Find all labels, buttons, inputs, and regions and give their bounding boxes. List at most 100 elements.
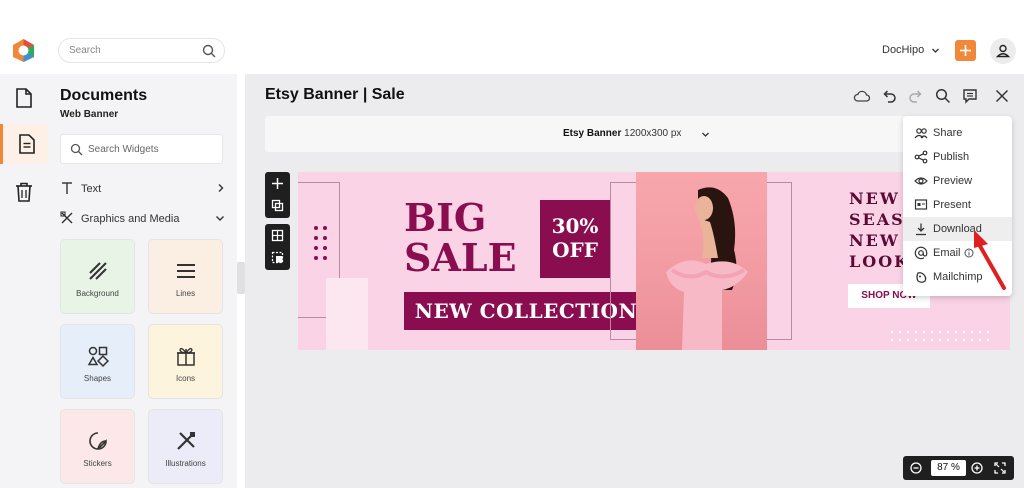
text-icon [62, 182, 72, 194]
publish-icon [914, 150, 928, 164]
banner-headline-line1: BIG [404, 195, 487, 240]
rail-item-new-file[interactable] [0, 78, 48, 118]
banner-headline-line2: SALE [404, 235, 517, 280]
plus-icon [960, 45, 971, 56]
size-dims: 1200x300 px [624, 128, 682, 139]
widget-tile-icons[interactable]: Icons [148, 324, 223, 399]
panel-resize-handle[interactable] [237, 262, 245, 294]
zoom-control: 87 % [903, 456, 1014, 480]
top-bar: Search DocHipo [0, 0, 1024, 74]
widget-tile-label: Lines [175, 289, 196, 298]
menu-item-publish[interactable]: Publish [903, 145, 1012, 169]
widget-tile-shapes[interactable]: Shapes [60, 324, 135, 399]
sticker-icon [89, 432, 107, 450]
menu-item-label: Share [933, 127, 963, 139]
create-button[interactable] [955, 40, 976, 61]
lines-icon [177, 264, 195, 278]
mailchimp-icon [916, 272, 927, 283]
menu-item-preview[interactable]: Preview [903, 169, 1012, 193]
share-users-icon [914, 128, 928, 139]
add-tools [265, 172, 290, 218]
discount-percent: 30% [551, 214, 599, 238]
grid-icon[interactable] [271, 229, 284, 242]
add-page-icon[interactable] [271, 177, 284, 190]
dochipo-logo[interactable] [11, 38, 36, 63]
banner-square [326, 278, 368, 350]
left-rail [0, 74, 48, 488]
menu-item-label: Publish [933, 151, 970, 163]
chevron-right-icon [218, 184, 224, 192]
widget-tile-label: Stickers [83, 459, 112, 468]
close-icon[interactable] [994, 88, 1010, 104]
search-icon[interactable] [202, 44, 216, 58]
workspace-name[interactable]: DocHipo [882, 44, 924, 56]
zoom-in-icon[interactable] [971, 462, 983, 474]
model-photo[interactable] [636, 172, 767, 350]
dot-pattern [314, 226, 327, 260]
cloud-save-icon[interactable] [853, 88, 871, 104]
zoom-out-icon[interactable] [910, 462, 922, 474]
chevron-down-icon [702, 132, 709, 137]
widget-tile-lines[interactable]: Lines [148, 239, 223, 314]
redo-icon[interactable] [908, 88, 924, 104]
present-icon [914, 199, 928, 210]
background-icon [89, 262, 107, 280]
rail-item-trash[interactable] [0, 172, 48, 212]
widget-search-input[interactable]: Search Widgets [88, 144, 159, 155]
comment-icon[interactable] [962, 88, 978, 104]
document-icon [19, 134, 35, 154]
widget-tile-label: Shapes [83, 374, 112, 383]
fullscreen-icon[interactable] [994, 462, 1006, 474]
resize-icon[interactable] [271, 251, 284, 264]
widget-tile-stickers[interactable]: Stickers [60, 409, 135, 484]
discount-off: OFF [552, 238, 598, 262]
widget-panel: Documents Web Banner Search Widgets Text… [48, 74, 237, 488]
download-icon [916, 223, 926, 236]
banner-headline[interactable]: BIG SALE [404, 198, 517, 278]
model-figure [666, 187, 748, 350]
zoom-unit: % [951, 462, 960, 473]
zoom-value: 87 [937, 462, 949, 473]
menu-item-label: Present [933, 199, 971, 211]
undo-icon[interactable] [881, 88, 897, 104]
panel-row-text[interactable]: Text [60, 180, 225, 198]
panel-row-label: Graphics and Media [81, 213, 180, 225]
size-selector[interactable]: Etsy Banner 1200x300 px [265, 116, 1009, 152]
widget-tile-label: Background [76, 289, 119, 298]
widget-search[interactable]: Search Widgets [60, 134, 223, 164]
discount-badge[interactable]: 30% OFF [540, 200, 610, 278]
layout-tools [265, 224, 290, 270]
document-title[interactable]: Etsy Banner | Sale [265, 86, 405, 104]
panel-title: Documents [60, 87, 148, 104]
at-icon [914, 246, 928, 260]
zoom-search-icon[interactable] [935, 88, 951, 104]
chevron-down-icon [216, 216, 224, 221]
dot-grid-pattern [890, 330, 990, 342]
search-icon [70, 143, 83, 156]
graphics-tools-icon [60, 211, 73, 224]
duplicate-icon[interactable] [271, 199, 284, 212]
size-label: Etsy Banner 1200x300 px [563, 128, 681, 139]
trash-icon [16, 182, 32, 202]
annotation-arrow [974, 230, 1006, 290]
rail-item-documents[interactable] [0, 124, 48, 164]
menu-item-present[interactable]: Present [903, 193, 1012, 217]
zoom-level[interactable]: 87 % [931, 460, 966, 476]
search-box[interactable]: Search [58, 38, 225, 63]
widget-tile-label: Illustrations [165, 459, 206, 468]
chevron-down-icon[interactable] [931, 46, 940, 55]
size-name: Etsy Banner [563, 128, 622, 139]
menu-item-label: Email [933, 247, 961, 259]
widget-tile-illustrations[interactable]: Illustrations [148, 409, 223, 484]
eye-icon [914, 177, 928, 185]
widget-tile-label: Icons [175, 374, 196, 383]
avatar[interactable] [990, 38, 1016, 64]
illustration-icon [177, 432, 195, 450]
panel-row-graphics-media[interactable]: Graphics and Media [60, 210, 225, 228]
file-icon [16, 88, 32, 108]
search-input[interactable]: Search [69, 45, 101, 56]
gift-icon [177, 347, 195, 366]
menu-item-share[interactable]: Share [903, 121, 1012, 145]
widget-tile-background[interactable]: Background [60, 239, 135, 314]
menu-item-label: Preview [933, 175, 973, 187]
